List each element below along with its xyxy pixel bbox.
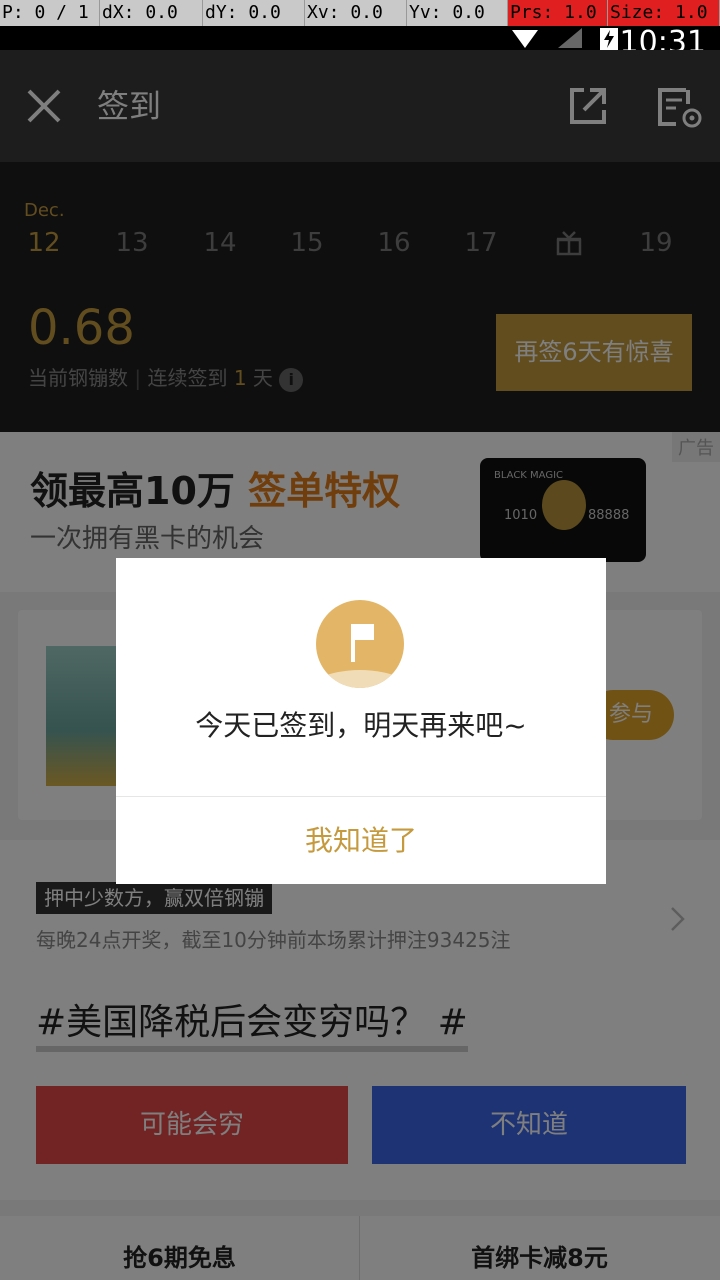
dialog-ok-button[interactable]: 我知道了: [116, 797, 606, 884]
wifi-icon: [512, 30, 538, 48]
debug-yv: Yv: 0.0: [407, 0, 508, 26]
debug-dy: dY: 0.0: [203, 0, 305, 26]
debug-dx: dX: 0.0: [100, 0, 203, 26]
checkin-dialog: 今天已签到，明天再来吧~ 我知道了: [116, 558, 606, 884]
debug-bar: P: 0 / 1 dX: 0.0 dY: 0.0 Xv: 0.0 Yv: 0.0…: [0, 0, 720, 26]
debug-size: Size: 1.0: [608, 0, 720, 26]
status-bar: 10:31: [0, 26, 720, 58]
flag-icon: [316, 600, 404, 688]
signal-icon: [558, 28, 582, 48]
debug-prs: Prs: 1.0: [508, 0, 608, 26]
dialog-message: 今天已签到，明天再来吧~: [195, 709, 527, 742]
debug-xv: Xv: 0.0: [305, 0, 407, 26]
debug-pointer: P: 0 / 1: [0, 0, 100, 26]
battery-icon: [600, 28, 618, 50]
